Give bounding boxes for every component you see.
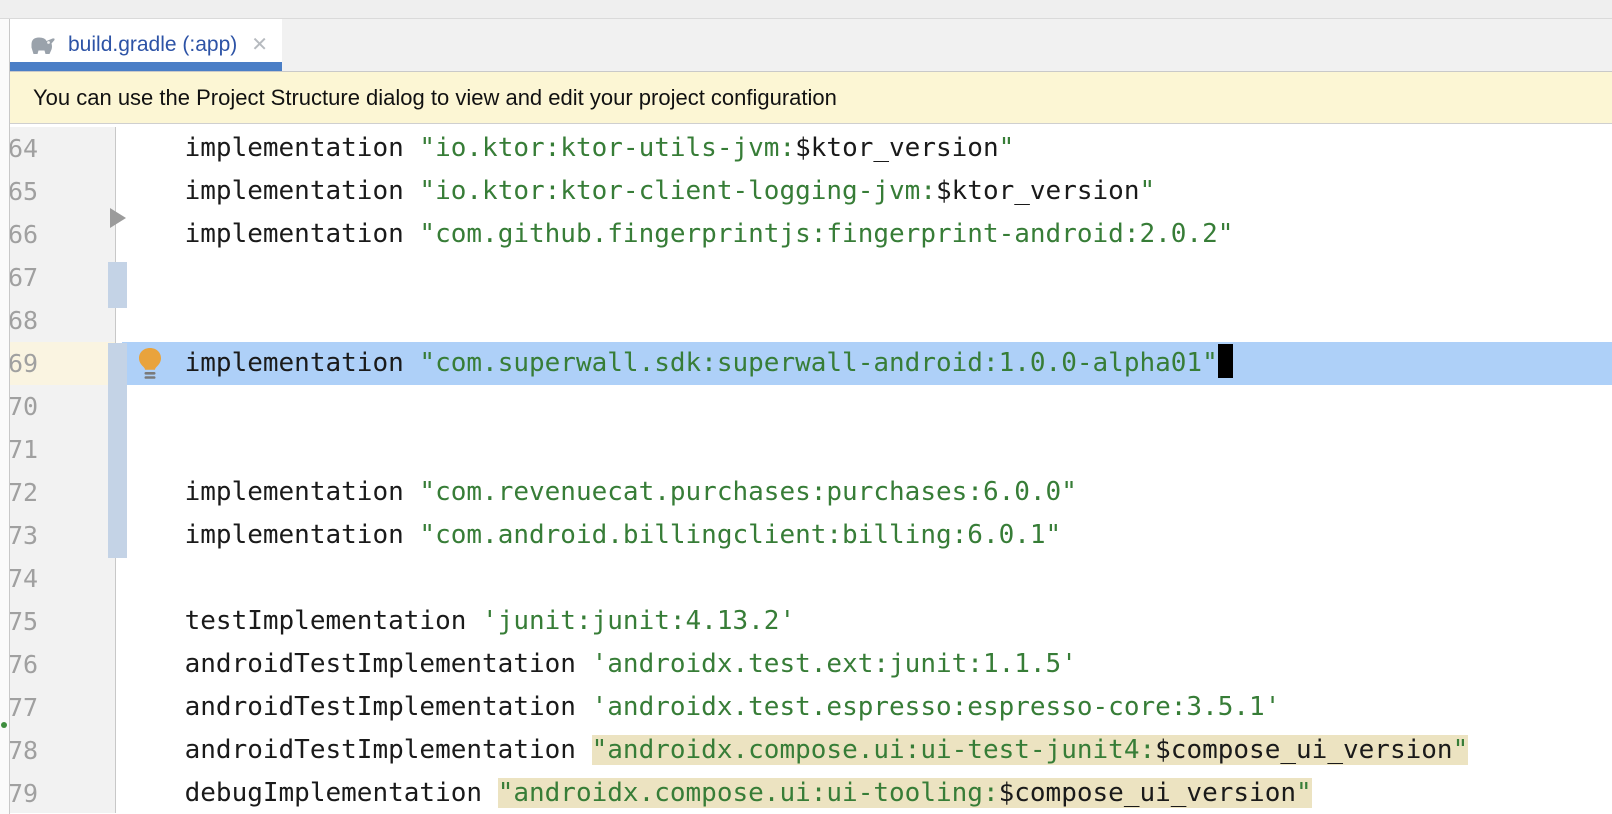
code-lines: 64 implementation "io.ktor:ktor-utils-jv… xyxy=(0,124,1612,813)
code-editor[interactable]: 64 implementation "io.ktor:ktor-utils-jv… xyxy=(0,124,1612,813)
code-line[interactable]: 68 xyxy=(0,299,1612,342)
code-line-text[interactable] xyxy=(122,557,1612,600)
code-line[interactable]: 77 androidTestImplementation 'androidx.t… xyxy=(0,686,1612,729)
code-line-text[interactable]: implementation "com.github.fingerprintjs… xyxy=(122,213,1612,256)
notification-banner: You can use the Project Structure dialog… xyxy=(10,72,1612,124)
code-line-text[interactable]: implementation "com.superwall.sdk:superw… xyxy=(122,342,1612,385)
line-number[interactable]: 65 xyxy=(0,170,116,213)
active-tab-underline xyxy=(10,62,282,71)
code-text: implementation "io.ktor:ktor-client-logg… xyxy=(122,176,1155,206)
line-number[interactable]: 64 xyxy=(0,127,116,170)
code-line-text[interactable]: implementation "com.android.billingclien… xyxy=(122,514,1612,557)
code-line[interactable]: 67 xyxy=(0,256,1612,299)
line-number[interactable]: 78 xyxy=(0,729,116,772)
code-line[interactable]: 70 xyxy=(0,385,1612,428)
code-line[interactable]: 69 implementation "com.superwall.sdk:sup… xyxy=(0,342,1612,385)
text-caret xyxy=(1218,344,1233,378)
left-panel-edge xyxy=(0,19,10,814)
line-number[interactable]: 75 xyxy=(0,600,116,643)
code-text: implementation "io.ktor:ktor-utils-jvm:$… xyxy=(122,133,1014,163)
code-line-text[interactable]: implementation "io.ktor:ktor-client-logg… xyxy=(122,170,1612,213)
window-top-strip xyxy=(0,0,1612,19)
code-text: debugImplementation "androidx.compose.ui… xyxy=(122,778,1312,808)
line-number[interactable]: 72 xyxy=(0,471,116,514)
code-text: implementation "com.android.billingclien… xyxy=(122,520,1061,550)
code-line-text[interactable] xyxy=(122,428,1612,471)
vcs-change-strip[interactable] xyxy=(108,343,127,558)
line-number[interactable]: 71 xyxy=(0,428,116,471)
line-number[interactable]: 76 xyxy=(0,643,116,686)
lightbulb-intention-icon[interactable] xyxy=(134,347,166,381)
run-marker-triangle-icon[interactable] xyxy=(110,208,126,228)
code-line[interactable]: 75 testImplementation 'junit:junit:4.13.… xyxy=(0,600,1612,643)
code-line[interactable]: 78 androidTestImplementation "androidx.c… xyxy=(0,729,1612,772)
line-number[interactable]: 70 xyxy=(0,385,116,428)
editor-tab-bar: build.gradle (:app) ✕ xyxy=(0,19,1612,72)
code-text: androidTestImplementation 'androidx.test… xyxy=(122,649,1077,679)
code-line[interactable]: 65 implementation "io.ktor:ktor-client-l… xyxy=(0,170,1612,213)
line-number[interactable]: 74 xyxy=(0,557,116,600)
code-text: implementation "com.github.fingerprintjs… xyxy=(122,219,1233,249)
code-text: implementation "com.superwall.sdk:superw… xyxy=(122,348,1218,378)
code-text: implementation "com.revenuecat.purchases… xyxy=(122,477,1077,507)
code-line[interactable]: 71 xyxy=(0,428,1612,471)
line-number[interactable]: 66 xyxy=(0,213,116,256)
code-line[interactable]: 76 androidTestImplementation 'androidx.t… xyxy=(0,643,1612,686)
tab-build-gradle[interactable]: build.gradle (:app) ✕ xyxy=(10,19,282,71)
line-number[interactable]: 68 xyxy=(0,299,116,342)
code-text: testImplementation 'junit:junit:4.13.2' xyxy=(122,606,795,636)
code-line-text[interactable]: testImplementation 'junit:junit:4.13.2' xyxy=(122,600,1612,643)
code-line-text[interactable]: implementation "io.ktor:ktor-utils-jvm:$… xyxy=(122,127,1612,170)
code-line[interactable]: 79 debugImplementation "androidx.compose… xyxy=(0,772,1612,813)
code-line-text[interactable]: implementation "com.revenuecat.purchases… xyxy=(122,471,1612,514)
code-line-text[interactable]: androidTestImplementation 'androidx.test… xyxy=(122,643,1612,686)
code-line[interactable]: 72 implementation "com.revenuecat.purcha… xyxy=(0,471,1612,514)
line-number[interactable]: 77 xyxy=(0,686,116,729)
code-line-text[interactable]: androidTestImplementation "androidx.comp… xyxy=(122,729,1612,772)
banner-message: You can use the Project Structure dialog… xyxy=(33,85,837,111)
line-number[interactable]: 79 xyxy=(0,772,116,813)
code-line[interactable]: 74 xyxy=(0,557,1612,600)
code-line-text[interactable]: androidTestImplementation 'androidx.test… xyxy=(122,686,1612,729)
green-dot-marker xyxy=(1,722,7,728)
code-line-text[interactable] xyxy=(122,256,1612,299)
code-text: androidTestImplementation "androidx.comp… xyxy=(122,735,1468,765)
code-line-text[interactable]: debugImplementation "androidx.compose.ui… xyxy=(122,772,1612,813)
vcs-change-strip[interactable] xyxy=(108,262,127,308)
code-line[interactable]: 64 implementation "io.ktor:ktor-utils-jv… xyxy=(0,127,1612,170)
code-line-text[interactable] xyxy=(122,385,1612,428)
code-line[interactable]: 66 implementation "com.github.fingerprin… xyxy=(0,213,1612,256)
gradle-elephant-icon xyxy=(26,33,58,57)
code-line[interactable]: 73 implementation "com.android.billingcl… xyxy=(0,514,1612,557)
line-number[interactable]: 69 xyxy=(0,342,116,385)
close-icon[interactable]: ✕ xyxy=(251,35,268,55)
line-number[interactable]: 67 xyxy=(0,256,116,299)
line-number[interactable]: 73 xyxy=(0,514,116,557)
tab-title: build.gradle (:app) xyxy=(68,33,237,57)
code-line-text[interactable] xyxy=(122,299,1612,342)
code-text: androidTestImplementation 'androidx.test… xyxy=(122,692,1280,722)
